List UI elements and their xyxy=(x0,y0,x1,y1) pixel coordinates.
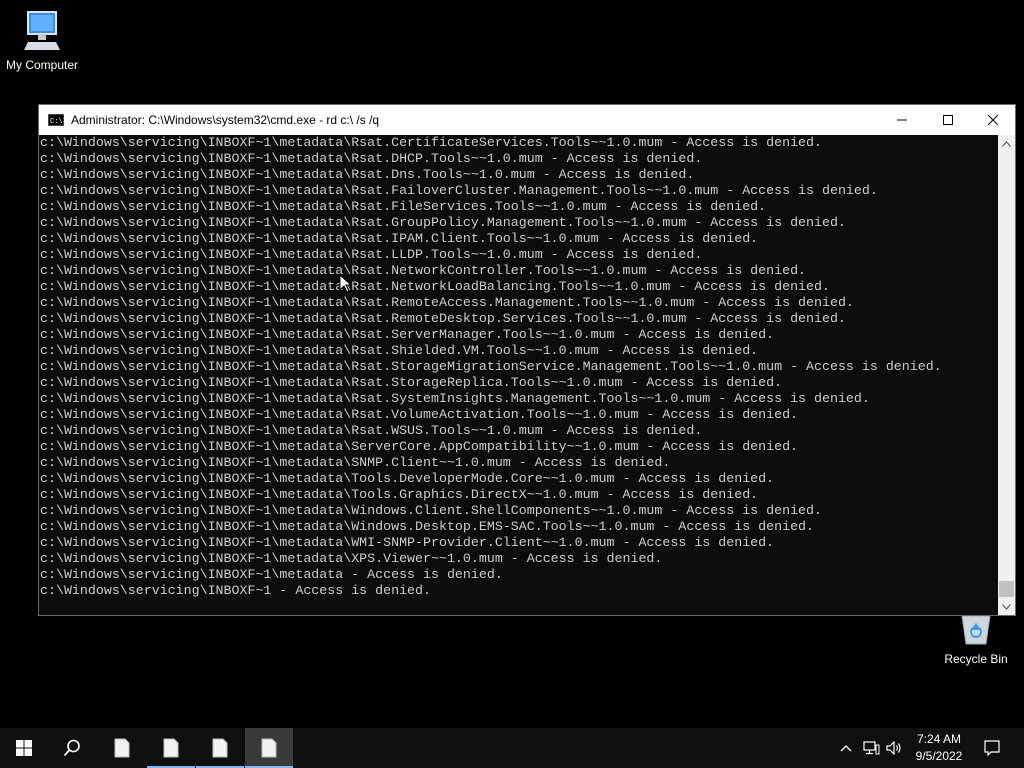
cmd-icon: C:\ xyxy=(48,114,64,126)
title-bar[interactable]: C:\ Administrator: C:\Windows\system32\c… xyxy=(39,105,1015,135)
windows-start-icon xyxy=(16,740,32,756)
console-line: c:\Windows\servicing\INBOXF~1\metadata\X… xyxy=(40,551,663,566)
document-icon xyxy=(163,738,179,758)
search-icon xyxy=(63,739,80,757)
taskbar: 7:24 AM 9/5/2022 xyxy=(0,728,1024,768)
console-line: c:\Windows\servicing\INBOXF~1\metadata\R… xyxy=(40,199,767,214)
start-button[interactable] xyxy=(0,728,48,768)
show-hidden-icons-button[interactable] xyxy=(836,728,856,768)
computer-icon xyxy=(24,11,60,50)
console-line: c:\Windows\servicing\INBOXF~1\metadata\R… xyxy=(40,375,783,390)
console-line: c:\Windows\servicing\INBOXF~1\metadata\R… xyxy=(40,263,807,278)
console-line: c:\Windows\servicing\INBOXF~1\metadata\R… xyxy=(40,343,759,358)
window-title: Administrator: C:\Windows\system32\cmd.e… xyxy=(71,113,380,127)
console-line: c:\Windows\servicing\INBOXF~1 - Access i… xyxy=(40,583,431,598)
console-line: c:\Windows\servicing\INBOXF~1\metadata\R… xyxy=(40,247,703,262)
volume-icon xyxy=(886,741,901,755)
minimize-icon xyxy=(897,119,907,121)
scroll-up-button[interactable] xyxy=(998,135,1015,152)
document-icon xyxy=(114,738,130,758)
console-line: c:\Windows\servicing\INBOXF~1\metadata\S… xyxy=(40,455,671,470)
console-line: c:\Windows\servicing\INBOXF~1\metadata\R… xyxy=(40,295,854,310)
console-line: c:\Windows\servicing\INBOXF~1\metadata\R… xyxy=(40,151,703,166)
console-line: c:\Windows\servicing\INBOXF~1\metadata\S… xyxy=(40,439,799,454)
search-button[interactable] xyxy=(48,728,96,768)
scroll-thumb[interactable] xyxy=(999,581,1014,597)
console-line: c:\Windows\servicing\INBOXF~1\metadata\R… xyxy=(40,279,830,294)
console-line: c:\Windows\servicing\INBOXF~1\metadata\R… xyxy=(40,311,846,326)
action-center-button[interactable] xyxy=(978,728,1006,768)
console-line: c:\Windows\servicing\INBOXF~1\metadata\T… xyxy=(40,471,775,486)
desktop-icon-my-computer[interactable]: My Computer xyxy=(0,8,84,72)
desktop-icon-label: Recycle Bin xyxy=(944,652,1008,666)
console-line: c:\Windows\servicing\INBOXF~1\metadata\R… xyxy=(40,327,775,342)
console-line: c:\Windows\servicing\INBOXF~1\metadata\R… xyxy=(40,167,695,182)
chevron-down-icon xyxy=(1002,603,1011,610)
desktop-icon-label: My Computer xyxy=(5,58,79,72)
close-icon xyxy=(988,115,998,125)
console-line: c:\Windows\servicing\INBOXF~1\metadata\W… xyxy=(40,535,775,550)
console-line: c:\Windows\servicing\INBOXF~1\metadata\R… xyxy=(40,391,870,406)
taskbar-clock[interactable]: 7:24 AM 9/5/2022 xyxy=(908,731,970,765)
console-line: c:\Windows\servicing\INBOXF~1\metadata\R… xyxy=(40,183,878,198)
taskbar-app-3[interactable] xyxy=(196,728,244,768)
console-line: c:\Windows\servicing\INBOXF~1\metadata\T… xyxy=(40,487,759,502)
console-line: c:\Windows\servicing\INBOXF~1\metadata\R… xyxy=(40,407,799,422)
console-line: c:\Windows\servicing\INBOXF~1\metadata\W… xyxy=(40,519,815,534)
console-line: c:\Windows\servicing\INBOXF~1\metadata\R… xyxy=(40,423,703,438)
chevron-up-icon xyxy=(1002,140,1011,147)
document-icon xyxy=(261,738,277,758)
notification-icon xyxy=(984,740,1000,756)
document-icon xyxy=(212,738,228,758)
volume-button[interactable] xyxy=(884,728,904,768)
mouse-cursor-icon xyxy=(339,274,352,293)
cmd-window: C:\ Administrator: C:\Windows\system32\c… xyxy=(38,104,1016,616)
chevron-up-icon xyxy=(840,745,852,752)
network-button[interactable] xyxy=(860,728,882,768)
taskbar-app-4-active[interactable] xyxy=(245,728,293,768)
console-line: c:\Windows\servicing\INBOXF~1\metadata\R… xyxy=(40,215,846,230)
scroll-down-button[interactable] xyxy=(998,598,1015,615)
close-button[interactable] xyxy=(970,105,1016,135)
minimize-button[interactable] xyxy=(879,105,925,135)
vertical-scrollbar[interactable] xyxy=(998,135,1015,615)
console-line: c:\Windows\servicing\INBOXF~1\metadata\R… xyxy=(40,135,822,150)
desktop-icon-recycle-bin[interactable]: Recycle Bin xyxy=(934,610,1018,666)
console-line: c:\Windows\servicing\INBOXF~1\metadata\R… xyxy=(40,231,759,246)
taskbar-app-2[interactable] xyxy=(147,728,195,768)
taskbar-app-1[interactable] xyxy=(98,728,146,768)
clock-time: 7:24 AM xyxy=(916,732,962,746)
maximize-icon xyxy=(943,115,953,125)
console-output[interactable]: c:\Windows\servicing\INBOXF~1\metadata\R… xyxy=(39,135,999,615)
network-icon xyxy=(862,741,879,755)
console-line: c:\Windows\servicing\INBOXF~1\metadata -… xyxy=(40,567,503,582)
maximize-button[interactable] xyxy=(925,105,971,135)
clock-date: 9/5/2022 xyxy=(915,749,963,763)
console-line: c:\Windows\servicing\INBOXF~1\metadata\W… xyxy=(40,503,822,518)
console-line: c:\Windows\servicing\INBOXF~1\metadata\R… xyxy=(40,359,942,374)
svg-text:C:\: C:\ xyxy=(50,118,63,126)
